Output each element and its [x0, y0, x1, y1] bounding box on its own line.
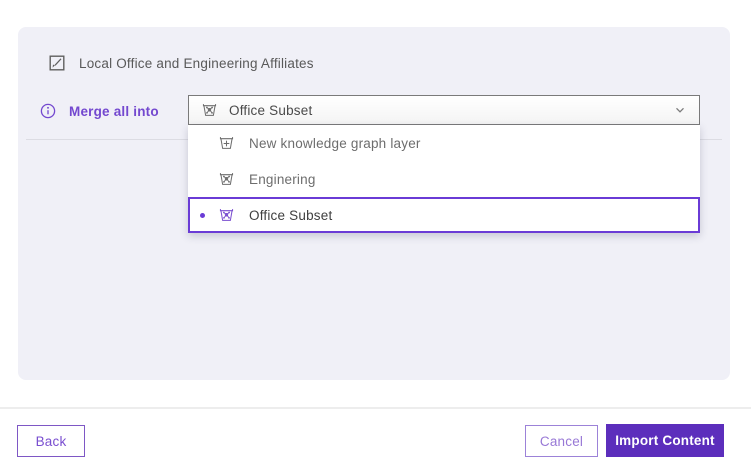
dropdown-item-label: New knowledge graph layer [249, 136, 421, 151]
merge-all-into-row: Merge all into [40, 101, 159, 121]
import-content-button[interactable]: Import Content [606, 424, 724, 457]
dropdown-item-new-knowledge-graph-layer[interactable]: New knowledge graph layer [188, 125, 700, 161]
merge-target-select-value: Office Subset [229, 103, 312, 118]
dropdown-item-label: Enginering [249, 172, 316, 187]
sketch-layer-icon [48, 54, 66, 72]
chevron-down-icon [673, 103, 687, 117]
knowledge-graph-layer-icon [201, 102, 218, 119]
back-button[interactable]: Back [17, 425, 85, 457]
dropdown-item-office-subset[interactable]: Office Subset [188, 197, 700, 233]
info-icon[interactable] [40, 103, 56, 119]
selected-bullet-slot [194, 213, 210, 218]
cancel-button[interactable]: Cancel [525, 425, 598, 457]
new-knowledge-graph-layer-icon [218, 135, 235, 152]
dropdown-item-label: Office Subset [249, 208, 332, 223]
knowledge-graph-layer-icon [218, 207, 235, 224]
dropdown-item-enginering[interactable]: Enginering [188, 161, 700, 197]
merge-target-dropdown: New knowledge graph layer Engineri [188, 125, 700, 233]
merge-target-select[interactable]: Office Subset [188, 95, 700, 125]
source-layer-row: Local Office and Engineering Affiliates [48, 52, 314, 74]
knowledge-graph-layer-icon [218, 171, 235, 188]
selected-bullet [200, 213, 205, 218]
source-layer-label: Local Office and Engineering Affiliates [79, 56, 314, 71]
footer-divider [0, 407, 751, 409]
merge-all-into-label: Merge all into [69, 104, 159, 119]
import-dialog: Local Office and Engineering Affiliates … [0, 0, 751, 470]
